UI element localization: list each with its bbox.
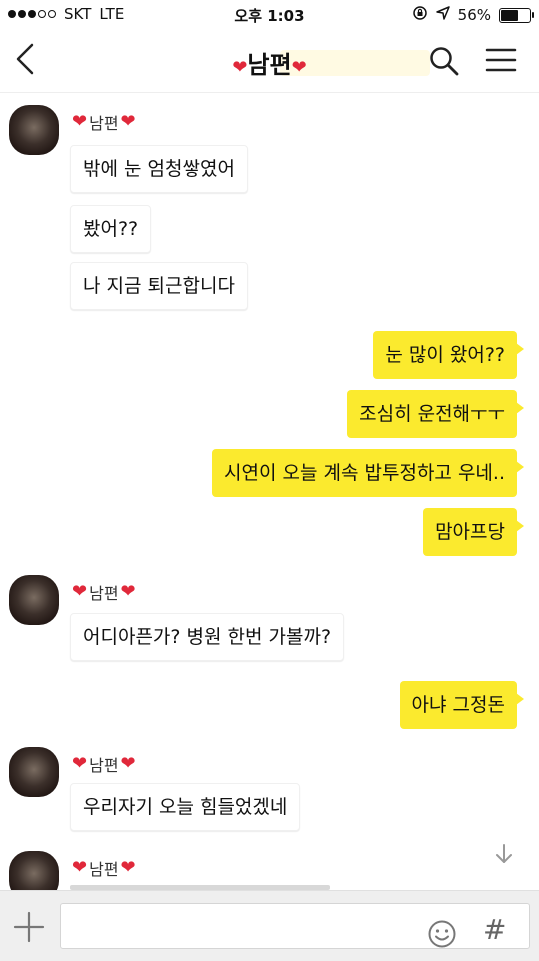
sender-name: ❤ 남편 ❤ (72, 857, 136, 880)
battery-icon (499, 7, 534, 23)
attach-button[interactable] (12, 910, 46, 944)
orientation-lock-icon (412, 5, 428, 25)
heart-icon: ❤ (232, 57, 248, 78)
heart-icon: ❤ (120, 581, 136, 602)
message-bubble-out[interactable]: 시연이 오늘 계속 밥투정하고 우네.. (212, 449, 524, 497)
status-right: 56% (412, 5, 534, 25)
message-bubble-in[interactable]: 봤어?? (70, 205, 152, 253)
avatar[interactable] (9, 747, 59, 797)
chat-area[interactable]: ❤ 남편 ❤ 밖에 눈 엄청쌓였어 봤어?? 나 지금 퇴근합니다 눈 많이 왔… (0, 93, 539, 890)
menu-button[interactable] (485, 46, 517, 74)
avatar[interactable] (9, 105, 59, 155)
status-bar: SKT LTE 오후 1:03 56% (0, 0, 539, 30)
plus-icon (13, 911, 45, 943)
avatar[interactable] (9, 575, 59, 625)
message-bubble-out[interactable]: 눈 많이 왔어?? (373, 331, 524, 379)
heart-icon: ❤ (72, 581, 88, 602)
arrow-down-icon (496, 844, 512, 863)
emoji-icon (428, 920, 456, 948)
heart-icon: ❤ (291, 57, 307, 78)
message-input[interactable] (60, 903, 530, 949)
heart-icon: ❤ (72, 111, 88, 132)
search-icon (430, 47, 459, 76)
chat-title-text: 남편 (247, 51, 292, 79)
message-bubble-in[interactable]: 밖에 눈 엄청쌓였어 (70, 145, 248, 193)
emoji-button[interactable] (427, 919, 457, 949)
sender-name: ❤ 남편 ❤ (72, 581, 136, 604)
message-bubble-out[interactable]: 아냐 그정돈 (399, 681, 525, 729)
avatar[interactable] (9, 851, 59, 890)
scroll-to-bottom-button[interactable] (493, 843, 515, 865)
sender-name: ❤ 남편 ❤ (72, 111, 136, 134)
heart-icon: ❤ (120, 111, 136, 132)
heart-icon: ❤ (72, 857, 88, 878)
heart-icon: ❤ (120, 753, 136, 774)
hamburger-menu-icon (485, 48, 517, 72)
battery-percent: 56% (457, 6, 491, 24)
location-arrow-icon (435, 6, 450, 24)
message-bubble-in[interactable]: 나 지금 퇴근합니다 (70, 262, 248, 310)
hash-button[interactable]: # (483, 913, 506, 946)
message-bubble-in[interactable]: 어디아픈가? 병원 한번 가볼까? (70, 613, 345, 661)
search-button[interactable] (429, 46, 459, 76)
input-bar: # (0, 890, 539, 961)
message-bubble-in[interactable]: 우리자기 오늘 힘들었겠네 (70, 783, 301, 831)
message-bubble-out[interactable]: 조심히 운전해ㅜㅜ (347, 390, 524, 438)
sender-name: ❤ 남편 ❤ (72, 753, 136, 776)
heart-icon: ❤ (72, 753, 88, 774)
message-bubble-out[interactable]: 맘아프당 (423, 508, 524, 556)
chat-header: ❤남편❤ (0, 30, 539, 93)
heart-icon: ❤ (120, 857, 136, 878)
